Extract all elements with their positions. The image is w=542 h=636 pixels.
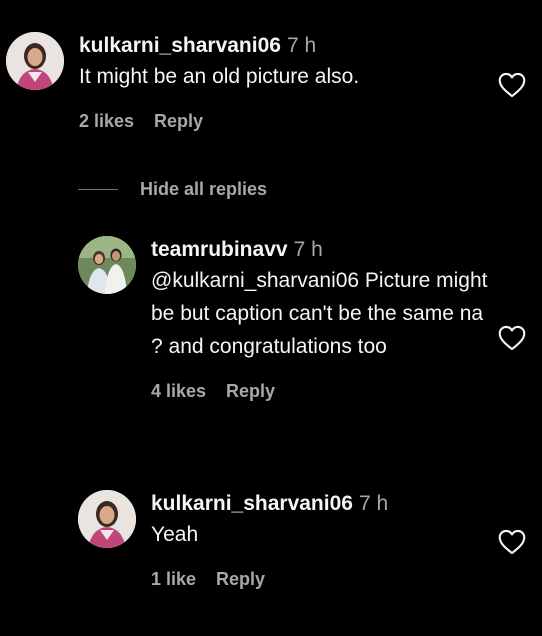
comment-actions: 2 likes Reply	[79, 111, 479, 132]
avatar[interactable]	[78, 490, 136, 548]
hide-replies-label: Hide all replies	[140, 179, 268, 199]
reply-comment: teamrubinavv 7 h @kulkarni_sharvani06 Pic…	[78, 236, 496, 402]
hide-replies-toggle[interactable]: Hide all replies	[78, 179, 267, 200]
username[interactable]: kulkarni_sharvani06	[151, 492, 353, 515]
comment-actions: 1 like Reply	[151, 569, 388, 590]
comment-actions: 4 likes Reply	[151, 381, 496, 402]
comment-text: It might be an old picture also.	[79, 65, 360, 88]
username[interactable]: teamrubinavv	[151, 238, 288, 261]
timestamp: 7 h	[293, 238, 323, 261]
avatar[interactable]	[78, 236, 136, 294]
heart-outline-icon[interactable]	[498, 529, 526, 555]
avatar[interactable]	[6, 32, 64, 90]
likes-count[interactable]: 2 likes	[79, 111, 134, 131]
reply-button[interactable]: Reply	[154, 111, 203, 131]
comment-text: Yeah	[151, 523, 199, 546]
likes-count[interactable]: 1 like	[151, 569, 196, 589]
comment-text: @kulkarni_sharvani06 Picture might be bu…	[151, 269, 488, 358]
timestamp: 7 h	[358, 492, 389, 515]
reply-comment: kulkarni_sharvani06 7 h Yeah 1 like Reply	[78, 490, 388, 590]
comment-header: kulkarni_sharvani06 7 h	[79, 32, 479, 60]
username[interactable]: kulkarni_sharvani06	[79, 34, 281, 57]
comment-header: kulkarni_sharvani06 7 h	[151, 490, 388, 518]
comment-header: teamrubinavv 7 h	[151, 236, 496, 264]
comment-body: teamrubinavv 7 h @kulkarni_sharvani06 Pic…	[151, 236, 496, 402]
heart-outline-icon[interactable]	[498, 72, 526, 98]
reply-button[interactable]: Reply	[226, 381, 275, 401]
heart-outline-icon[interactable]	[498, 325, 526, 351]
comment: kulkarni_sharvani06 7 h It might be an ol…	[6, 32, 479, 132]
reply-button[interactable]: Reply	[216, 569, 265, 589]
comment-body: kulkarni_sharvani06 7 h It might be an ol…	[79, 32, 479, 132]
divider-line	[78, 189, 118, 190]
likes-count[interactable]: 4 likes	[151, 381, 206, 401]
timestamp: 7 h	[286, 34, 317, 57]
comment-body: kulkarni_sharvani06 7 h Yeah 1 like Reply	[151, 490, 388, 590]
